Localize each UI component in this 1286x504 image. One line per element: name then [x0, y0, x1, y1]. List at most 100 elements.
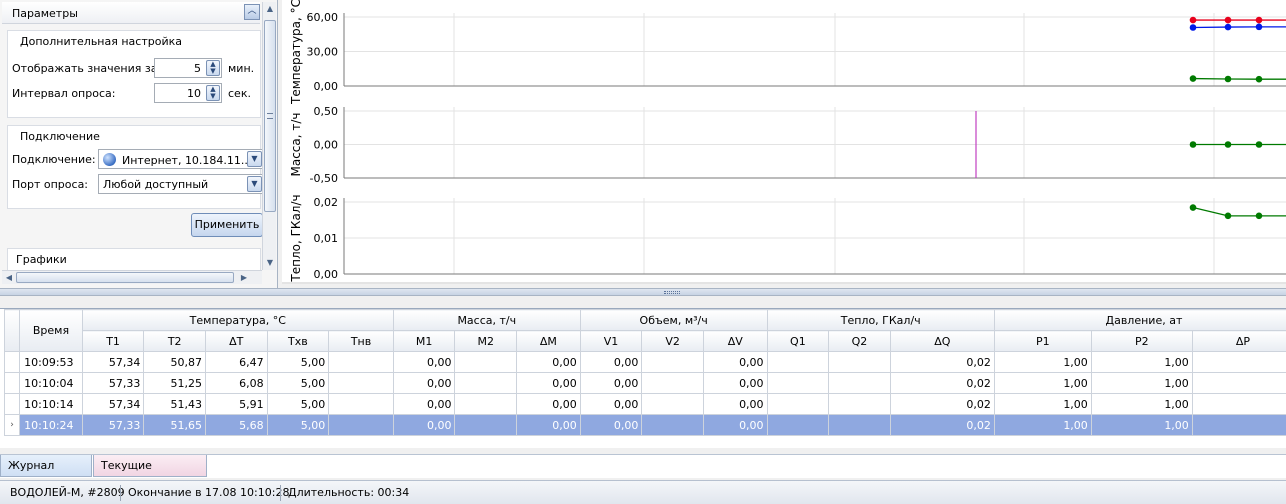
time-cell[interactable]: 10:09:53: [19, 351, 83, 373]
parameters-header[interactable]: Параметры ︿: [2, 2, 260, 24]
table-cell[interactable]: 0,00: [579, 351, 643, 373]
table-cell[interactable]: 0,00: [516, 414, 581, 436]
column-header[interactable]: Q1: [766, 330, 830, 352]
table-cell[interactable]: 1,00: [1090, 414, 1193, 436]
table-cell[interactable]: 0,00: [702, 393, 768, 415]
table-cell[interactable]: 6,47: [204, 351, 268, 373]
table-cell[interactable]: 0,02: [889, 393, 995, 415]
table-cell[interactable]: 1,00: [993, 372, 1092, 394]
table-cell[interactable]: [828, 393, 891, 415]
table-cell[interactable]: 0,02: [889, 351, 995, 373]
table-cell[interactable]: 0,00: [579, 372, 643, 394]
port-select[interactable]: Любой доступный ▼: [98, 174, 262, 194]
table-cell[interactable]: 1,00: [1090, 351, 1193, 373]
table-cell[interactable]: [641, 393, 704, 415]
table-cell[interactable]: [1191, 372, 1286, 394]
column-header[interactable]: Tнв: [328, 330, 394, 352]
table-cell[interactable]: [766, 393, 830, 415]
table-row[interactable]: › 10:10:24 57,33 51,65 5,68 5,00 0,00 0,00 0,00 0…: [3, 414, 1286, 436]
table-cell[interactable]: 0,00: [702, 414, 768, 436]
spinner-buttons[interactable]: ▲ ▼: [206, 60, 220, 76]
splitter[interactable]: [0, 288, 1286, 296]
column-header[interactable]: P2: [1090, 330, 1193, 352]
column-header[interactable]: T2: [143, 330, 206, 352]
table-cell[interactable]: 0,00: [516, 393, 581, 415]
chevron-down-icon[interactable]: ▼: [247, 176, 262, 192]
table-cell[interactable]: 0,00: [516, 351, 581, 373]
table-cell[interactable]: 6,08: [204, 372, 268, 394]
table-cell[interactable]: [1191, 393, 1286, 415]
table-cell[interactable]: [828, 414, 891, 436]
column-header[interactable]: Tхв: [266, 330, 330, 352]
connection-select[interactable]: Интернет, 10.184.11... ▼: [98, 149, 262, 169]
table-cell[interactable]: 0,02: [889, 414, 995, 436]
table-cell[interactable]: 0,00: [392, 372, 456, 394]
table-cell[interactable]: [766, 372, 830, 394]
scroll-up-icon[interactable]: ▲: [264, 4, 276, 16]
table-cell[interactable]: [454, 372, 518, 394]
scroll-right-icon[interactable]: ▶: [238, 272, 250, 284]
show-values-spinner[interactable]: 5 ▲ ▼: [154, 58, 222, 78]
row-selector[interactable]: [3, 351, 21, 373]
table-cell[interactable]: 57,34: [81, 393, 145, 415]
column-header[interactable]: ΔP: [1191, 330, 1286, 352]
tab-current-values[interactable]: Текущие значения: [93, 455, 207, 494]
table-cell[interactable]: 5,00: [266, 414, 330, 436]
table-cell[interactable]: 0,00: [392, 393, 456, 415]
table-cell[interactable]: 51,65: [143, 414, 206, 436]
table-cell[interactable]: 1,00: [993, 393, 1092, 415]
table-cell[interactable]: 0,00: [702, 372, 768, 394]
column-header[interactable]: M1: [392, 330, 456, 352]
table-row[interactable]: 10:10:14 57,34 51,43 5,91 5,00 0,00 0,00 0,00 0,…: [3, 393, 1286, 415]
table-cell[interactable]: [454, 393, 518, 415]
table-row[interactable]: 10:10:04 57,33 51,25 6,08 5,00 0,00 0,00 0,00 0,…: [3, 372, 1286, 394]
table-cell[interactable]: 1,00: [1090, 393, 1193, 415]
scroll-thumb[interactable]: [16, 272, 234, 283]
row-selector[interactable]: ›: [3, 414, 21, 436]
table-cell[interactable]: [828, 351, 891, 373]
column-header[interactable]: Q2: [828, 330, 891, 352]
table-cell[interactable]: [328, 351, 394, 373]
row-selector[interactable]: [3, 393, 21, 415]
column-header[interactable]: P1: [993, 330, 1092, 352]
vertical-scrollbar[interactable]: ▲ ▼: [262, 2, 276, 270]
column-header[interactable]: V2: [641, 330, 704, 352]
column-header[interactable]: ΔQ: [889, 330, 995, 352]
table-cell[interactable]: 0,00: [579, 414, 643, 436]
table-cell[interactable]: [328, 414, 394, 436]
row-selector[interactable]: [3, 372, 21, 394]
table-cell[interactable]: 0,00: [392, 414, 456, 436]
chevron-down-icon[interactable]: ▼: [247, 151, 262, 167]
column-header[interactable]: V1: [579, 330, 643, 352]
table-cell[interactable]: [328, 393, 394, 415]
table-cell[interactable]: 57,33: [81, 414, 145, 436]
column-header-time[interactable]: Время: [19, 309, 83, 352]
horizontal-scrollbar[interactable]: ◀ ▶: [2, 270, 262, 284]
scroll-thumb[interactable]: [264, 20, 276, 212]
table-cell[interactable]: [454, 351, 518, 373]
tab-poll-log[interactable]: Журнал опроса: [0, 455, 92, 494]
column-header[interactable]: ΔM: [516, 330, 581, 352]
table-cell[interactable]: 0,00: [392, 351, 456, 373]
scroll-down-icon[interactable]: ▼: [264, 258, 276, 270]
table-cell[interactable]: [328, 372, 394, 394]
time-cell[interactable]: 10:10:14: [19, 393, 83, 415]
time-cell[interactable]: 10:10:24: [19, 414, 83, 436]
table-cell[interactable]: 50,87: [143, 351, 206, 373]
table-cell[interactable]: [1191, 414, 1286, 436]
table-cell[interactable]: 51,25: [143, 372, 206, 394]
table-cell[interactable]: 57,34: [81, 351, 145, 373]
table-row[interactable]: 10:09:53 57,34 50,87 6,47 5,00 0,00 0,00 0,00 0,…: [3, 351, 1286, 373]
table-cell[interactable]: 0,00: [702, 351, 768, 373]
table-cell[interactable]: 5,00: [266, 372, 330, 394]
table-cell[interactable]: 1,00: [993, 351, 1092, 373]
collapse-button[interactable]: ︿: [244, 4, 260, 20]
table-cell[interactable]: 1,00: [1090, 372, 1193, 394]
time-cell[interactable]: 10:10:04: [19, 372, 83, 394]
table-cell[interactable]: 5,00: [266, 393, 330, 415]
column-header[interactable]: M2: [454, 330, 518, 352]
table-cell[interactable]: [828, 372, 891, 394]
spinner-buttons[interactable]: ▲ ▼: [206, 85, 220, 101]
table-cell[interactable]: [641, 351, 704, 373]
table-cell[interactable]: [766, 351, 830, 373]
